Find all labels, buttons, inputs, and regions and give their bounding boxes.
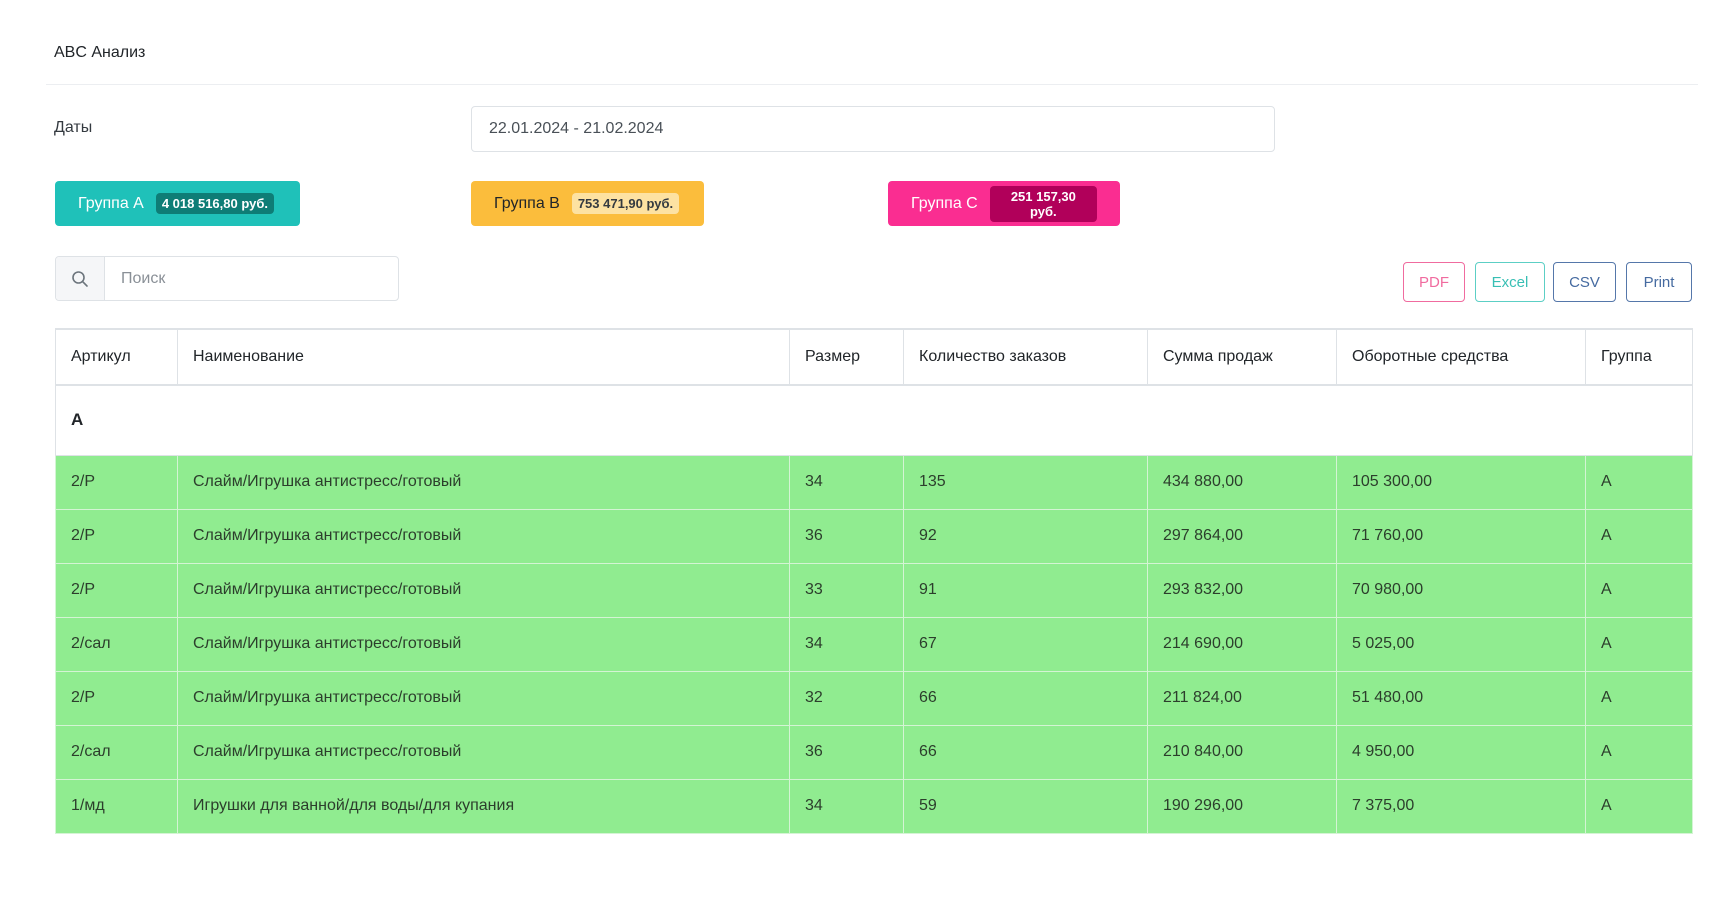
column-header-name[interactable]: Наименование	[177, 328, 790, 386]
cell-sales: 211 824,00	[1147, 671, 1337, 726]
cell-name: Слайм/Игрушка антистресс/готовый	[177, 563, 790, 618]
group-header-row: A	[55, 384, 1693, 456]
cell-working-capital: 105 300,00	[1336, 455, 1586, 510]
cell-sales: 434 880,00	[1147, 455, 1337, 510]
cell-group: A	[1585, 671, 1693, 726]
cell-orders: 59	[903, 779, 1148, 834]
cell-size: 34	[789, 617, 904, 672]
cell-name: Слайм/Игрушка антистресс/готовый	[177, 725, 790, 780]
cell-article: 2/сал	[55, 617, 178, 672]
print-button[interactable]: Print	[1626, 262, 1692, 302]
cell-group: A	[1585, 779, 1693, 834]
cell-size: 34	[789, 455, 904, 510]
cell-article: 2/Р	[55, 509, 178, 564]
cell-name: Слайм/Игрушка антистресс/готовый	[177, 509, 790, 564]
table-header-row: Артикул Наименование Размер Количество з…	[55, 328, 1693, 386]
group-b-label: Группа В	[494, 194, 560, 212]
cell-size: 33	[789, 563, 904, 618]
group-c-label: Группа С	[911, 194, 978, 212]
cell-working-capital: 71 760,00	[1336, 509, 1586, 564]
group-b-amount-badge: 753 471,90 руб.	[571, 193, 680, 214]
search-icon	[56, 257, 105, 300]
cell-orders: 66	[903, 671, 1148, 726]
cell-orders: 91	[903, 563, 1148, 618]
cell-working-capital: 70 980,00	[1336, 563, 1586, 618]
cell-sales: 293 832,00	[1147, 563, 1337, 618]
table-row: 1/мд Игрушки для ванной/для воды/для куп…	[55, 779, 1693, 834]
cell-group: A	[1585, 725, 1693, 780]
table-row: 2/сал Слайм/Игрушка антистресс/готовый 3…	[55, 617, 1693, 672]
cell-article: 2/сал	[55, 725, 178, 780]
group-a-label: Группа А	[78, 194, 144, 212]
column-header-group[interactable]: Группа	[1585, 328, 1693, 386]
cell-sales: 210 840,00	[1147, 725, 1337, 780]
column-header-article[interactable]: Артикул	[55, 328, 178, 386]
cell-orders: 135	[903, 455, 1148, 510]
cell-orders: 92	[903, 509, 1148, 564]
cell-name: Слайм/Игрушка антистресс/готовый	[177, 617, 790, 672]
group-header-label: A	[55, 384, 1693, 456]
cell-size: 36	[789, 725, 904, 780]
group-a-amount-badge: 4 018 516,80 руб.	[155, 193, 274, 214]
table-row: 2/Р Слайм/Игрушка антистресс/готовый 36 …	[55, 509, 1693, 564]
table-row: 2/Р Слайм/Игрушка антистресс/готовый 32 …	[55, 671, 1693, 726]
cell-group: A	[1585, 563, 1693, 618]
cell-name: Слайм/Игрушка антистресс/готовый	[177, 671, 790, 726]
table-row: 2/Р Слайм/Игрушка антистресс/готовый 33 …	[55, 563, 1693, 618]
cell-article: 2/Р	[55, 563, 178, 618]
column-header-size[interactable]: Размер	[789, 328, 904, 386]
group-b-button[interactable]: Группа В 753 471,90 руб.	[471, 181, 704, 226]
column-header-orders[interactable]: Количество заказов	[903, 328, 1148, 386]
cell-sales: 214 690,00	[1147, 617, 1337, 672]
dates-label: Даты	[54, 119, 93, 136]
column-header-sales[interactable]: Сумма продаж	[1147, 328, 1337, 386]
cell-article: 2/Р	[55, 455, 178, 510]
cell-size: 34	[789, 779, 904, 834]
cell-name: Игрушки для ванной/для воды/для купания	[177, 779, 790, 834]
cell-sales: 297 864,00	[1147, 509, 1337, 564]
cell-group: A	[1585, 617, 1693, 672]
cell-working-capital: 5 025,00	[1336, 617, 1586, 672]
date-range-input[interactable]	[471, 106, 1275, 152]
search-box	[55, 256, 399, 301]
csv-export-button[interactable]: CSV	[1553, 262, 1616, 302]
group-a-button[interactable]: Группа А 4 018 516,80 руб.	[55, 181, 300, 226]
cell-working-capital: 7 375,00	[1336, 779, 1586, 834]
cell-article: 2/Р	[55, 671, 178, 726]
cell-working-capital: 51 480,00	[1336, 671, 1586, 726]
cell-name: Слайм/Игрушка антистресс/готовый	[177, 455, 790, 510]
group-c-button[interactable]: Группа С 251 157,30 руб.	[888, 181, 1120, 226]
cell-article: 1/мд	[55, 779, 178, 834]
title-divider	[46, 84, 1698, 85]
cell-orders: 67	[903, 617, 1148, 672]
cell-group: A	[1585, 455, 1693, 510]
cell-size: 32	[789, 671, 904, 726]
cell-working-capital: 4 950,00	[1336, 725, 1586, 780]
abc-analysis-table: Артикул Наименование Размер Количество з…	[55, 328, 1693, 834]
cell-orders: 66	[903, 725, 1148, 780]
pdf-export-button[interactable]: PDF	[1403, 262, 1465, 302]
search-input[interactable]	[105, 257, 398, 300]
column-header-working-capital[interactable]: Оборотные средства	[1336, 328, 1586, 386]
cell-sales: 190 296,00	[1147, 779, 1337, 834]
cell-size: 36	[789, 509, 904, 564]
cell-group: A	[1585, 509, 1693, 564]
excel-export-button[interactable]: Excel	[1475, 262, 1545, 302]
page-title: ABC Анализ	[54, 44, 146, 61]
table-row: 2/сал Слайм/Игрушка антистресс/готовый 3…	[55, 725, 1693, 780]
group-c-amount-badge: 251 157,30 руб.	[989, 185, 1097, 222]
table-row: 2/Р Слайм/Игрушка антистресс/готовый 34 …	[55, 455, 1693, 510]
